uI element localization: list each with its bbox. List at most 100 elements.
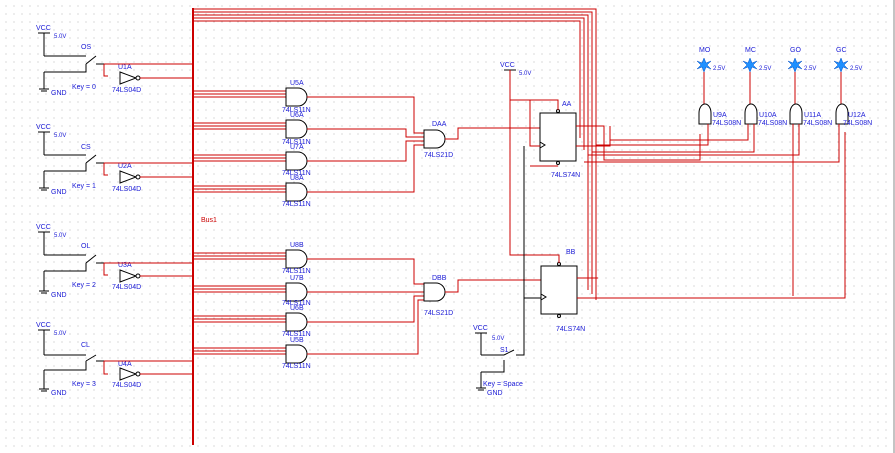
clock-vcc-label: VCC: [473, 325, 488, 332]
volt-label: 5.0V: [54, 34, 66, 40]
probe-name: GO: [790, 47, 801, 54]
gate-name: U6B: [290, 305, 304, 312]
clock-key-label: Key = Space: [483, 381, 523, 388]
gnd-label: GND: [51, 90, 67, 97]
switch-blade[interactable]: [85, 354, 97, 362]
and3-gate-u7a: U7A 74LS11N: [193, 144, 311, 177]
gate-name: U11A: [804, 112, 821, 119]
inverter-part: 74LS04D: [112, 186, 141, 193]
inverter-gate: [119, 367, 138, 381]
and3-gate-u5b: U5B 74LS11N: [193, 337, 311, 370]
gate-part: 74LS21D: [424, 310, 453, 317]
probe-led-icon: [696, 57, 712, 73]
key-label: Key = 1: [72, 183, 96, 190]
inverter-gate: [119, 71, 138, 85]
gate-name: U8B: [290, 242, 304, 249]
gate-part: 74LS08N: [712, 120, 741, 127]
ff-name: AA: [562, 101, 572, 108]
and3-to-and4-wires: [307, 96, 424, 355]
probe-mc: MC 2.5V: [742, 47, 771, 110]
probe-led-icon: [787, 57, 803, 73]
inverter-part: 74LS04D: [112, 87, 141, 94]
schematic-svg: Bus1 VCC 5.0V OS GND Key = 0 U1A 74LS04D…: [36, 0, 895, 453]
gate-name: U5A: [290, 80, 304, 87]
key-label: Key = 0: [72, 84, 96, 91]
probe-led-icon: [742, 57, 758, 73]
gate-part: 74LS11N: [282, 363, 311, 370]
probe-name: GC: [836, 47, 847, 54]
aux-vcc: VCC 5.0V: [500, 62, 560, 263]
inverter-name: U2A: [118, 163, 132, 170]
probe-gc: GC 2.5V: [833, 47, 862, 110]
inverter-name: U4A: [118, 361, 132, 368]
volt-label: 5.0V: [54, 233, 66, 239]
gnd-label: GND: [51, 292, 67, 299]
aux-vcc-volt: 5.0V: [519, 71, 531, 77]
and3-gate-u6b: U6B 74LS11N: [193, 305, 311, 338]
inverter-gate: [119, 170, 138, 184]
gate-name: U10A: [759, 112, 777, 119]
inverter-gate: [119, 269, 138, 283]
gate-part: 74LS08N: [803, 120, 832, 127]
probe-name: MC: [745, 47, 756, 54]
probe-volt: 2.5V: [804, 66, 816, 72]
ff-name: BB: [566, 249, 576, 256]
switch-name: OL: [81, 243, 90, 250]
switch-blade[interactable]: [85, 254, 97, 264]
and3-gate-u8b: U8B 74LS11N: [193, 242, 311, 275]
gate-part: 74LS11N: [282, 268, 311, 275]
switch-section-ol: VCC 5.0V OL GND Key = 2 U3A 74LS04D: [36, 224, 193, 299]
probe-mo: MO 2.5V: [696, 47, 725, 110]
clock-volt-label: 5.0V: [492, 336, 504, 342]
probe-name: MO: [699, 47, 711, 54]
gate-name: U6A: [290, 112, 304, 119]
and3-gate-u5a: U5A 74LS11N: [193, 80, 311, 114]
vcc-label: VCC: [36, 322, 51, 329]
gate-name: U8A: [290, 175, 304, 182]
volt-label: 5.0V: [54, 331, 66, 337]
vcc-label: VCC: [36, 25, 51, 32]
switch-name: CL: [81, 342, 90, 349]
gate-part: 74LS08N: [843, 120, 872, 127]
aux-vcc-label: VCC: [500, 62, 515, 69]
gnd-label: GND: [51, 390, 67, 397]
gate-name: U7A: [290, 144, 304, 151]
switch-blade[interactable]: [85, 154, 97, 164]
and3-gate-u7b: U7B 74LS11N: [193, 275, 311, 307]
switch-section-os: VCC 5.0V OS GND Key = 0 U1A 74LS04D: [36, 25, 193, 97]
vcc-label: VCC: [36, 224, 51, 231]
bus-label: Bus1: [201, 217, 217, 224]
switch-name: OS: [81, 44, 91, 51]
switch-blade[interactable]: [85, 55, 97, 65]
clock-switch-section: VCC 5.0V S1 Key = Space GND: [473, 146, 541, 397]
gnd-label: GND: [51, 189, 67, 196]
gate-name: U5B: [290, 337, 304, 344]
probe-volt: 2.5V: [850, 66, 862, 72]
and2-gate-u9a: U9A 74LS08N: [596, 103, 741, 146]
schematic-canvas: Bus1 VCC 5.0V OS GND Key = 0 U1A 74LS04D…: [0, 0, 895, 453]
switch-section-cl: VCC 5.0V CL GND Key = 3 U4A 74LS04D: [36, 322, 193, 397]
key-label: Key = 3: [72, 381, 96, 388]
ff-part: 74LS74N: [551, 172, 580, 179]
probe-volt: 2.5V: [713, 66, 725, 72]
volt-label: 5.0V: [54, 133, 66, 139]
and3-gate-u8a: U8A 74LS11N: [193, 175, 311, 208]
gate-part: 74LS08N: [758, 120, 787, 127]
and2-gate-u12a: U12A 74LS08N: [584, 103, 872, 163]
gate-name: DBB: [432, 275, 447, 282]
switch-section-cs: VCC 5.0V CS GND Key = 1 U2A 74LS04D: [36, 124, 193, 196]
gate-name: U7B: [290, 275, 304, 282]
ff-part: 74LS74N: [556, 326, 585, 333]
inverter-name: U1A: [118, 64, 132, 71]
and3-gate-u6a: U6A 74LS11N: [193, 112, 311, 146]
gate-name: U12A: [848, 112, 866, 119]
switch-name: CS: [81, 144, 91, 151]
gate-name: U9A: [713, 112, 727, 119]
and2-gate-u11a: U11A 74LS08N: [588, 103, 832, 296]
gate-name: DAA: [432, 121, 447, 128]
probe-go: GO 2.5V: [787, 47, 816, 110]
probe-volt: 2.5V: [759, 66, 771, 72]
and4-gate-dbb: DBB 74LS21D: [423, 275, 541, 317]
key-label: Key = 2: [72, 282, 96, 289]
and4-gate-daa: DAA 74LS21D: [423, 121, 540, 159]
